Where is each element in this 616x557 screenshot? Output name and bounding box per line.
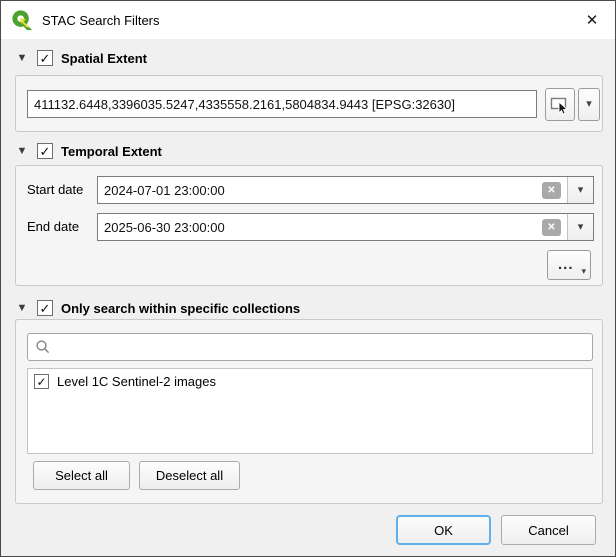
- stac-search-filters-dialog: STAC Search Filters ✕ ▼ ✓ Spatial Extent…: [0, 0, 616, 557]
- clear-icon[interactable]: ✕: [542, 182, 561, 199]
- temporal-section-header: ▼ ✓ Temporal Extent: [15, 141, 162, 161]
- collections-group: ✓ Level 1C Sentinel-2 images Select all …: [15, 319, 603, 504]
- temporal-group: Start date ✕ ▾ End date ✕ ▾ ... ▾: [15, 165, 603, 286]
- check-icon: ✓: [36, 376, 46, 388]
- end-date-label: End date: [27, 213, 99, 241]
- spatial-section-label: Spatial Extent: [61, 51, 147, 66]
- collections-search: [27, 333, 593, 361]
- draw-extent-icon: [550, 95, 570, 115]
- search-input[interactable]: [51, 334, 592, 360]
- temporal-section-label: Temporal Extent: [61, 144, 162, 159]
- check-icon: ✓: [40, 52, 51, 65]
- item-label: Level 1C Sentinel-2 images: [57, 374, 216, 389]
- spatial-checkbox[interactable]: ✓: [37, 50, 53, 66]
- temporal-checkbox[interactable]: ✓: [37, 143, 53, 159]
- start-date-label: Start date: [27, 176, 99, 204]
- end-date-dropdown-button[interactable]: ▾: [567, 214, 593, 240]
- more-options-button[interactable]: ... ▾: [547, 250, 591, 280]
- search-icon: [35, 339, 51, 355]
- list-item[interactable]: ✓ Level 1C Sentinel-2 images: [28, 369, 592, 393]
- check-icon: ✓: [40, 145, 51, 158]
- deselect-all-button[interactable]: Deselect all: [139, 461, 240, 490]
- close-icon: ✕: [586, 11, 599, 29]
- collections-expander-icon[interactable]: ▼: [15, 303, 29, 314]
- ellipsis-icon: ...: [558, 260, 574, 270]
- collections-section-label: Only search within specific collections: [61, 301, 300, 316]
- chevron-down-icon: ▾: [586, 99, 592, 110]
- start-date-dropdown-button[interactable]: ▾: [567, 177, 593, 203]
- start-date-field: ✕ ▾: [97, 176, 594, 204]
- collections-checkbox[interactable]: ✓: [37, 300, 53, 316]
- ok-button[interactable]: OK: [396, 515, 491, 545]
- select-all-button[interactable]: Select all: [33, 461, 130, 490]
- extent-dropdown-button[interactable]: ▾: [578, 88, 600, 121]
- collections-list: ✓ Level 1C Sentinel-2 images: [27, 368, 593, 454]
- collections-section-header: ▼ ✓ Only search within specific collecti…: [15, 298, 300, 318]
- chevron-down-icon: ▾: [578, 222, 584, 233]
- check-icon: ✓: [40, 302, 51, 315]
- cancel-button[interactable]: Cancel: [501, 515, 596, 545]
- clear-icon[interactable]: ✕: [542, 219, 561, 236]
- spatial-expander-icon[interactable]: ▼: [15, 53, 29, 64]
- spatial-section-header: ▼ ✓ Spatial Extent: [15, 48, 147, 68]
- chevron-down-icon: ▾: [578, 185, 584, 196]
- end-date-field: ✕ ▾: [97, 213, 594, 241]
- qgis-logo-icon: [11, 9, 33, 31]
- chevron-down-icon: ▾: [581, 267, 586, 276]
- end-date-input[interactable]: [98, 214, 533, 240]
- title-bar: STAC Search Filters ✕: [1, 1, 615, 39]
- window-title: STAC Search Filters: [42, 13, 160, 28]
- item-checkbox[interactable]: ✓: [34, 374, 49, 389]
- extent-input[interactable]: [27, 90, 537, 118]
- temporal-expander-icon[interactable]: ▼: [15, 146, 29, 157]
- close-button[interactable]: ✕: [569, 1, 615, 39]
- draw-extent-button[interactable]: [545, 88, 575, 121]
- spatial-group: ▾: [15, 75, 603, 132]
- start-date-input[interactable]: [98, 177, 533, 203]
